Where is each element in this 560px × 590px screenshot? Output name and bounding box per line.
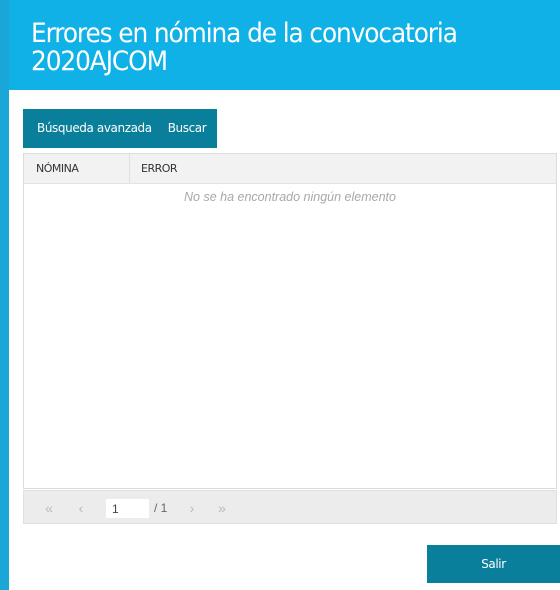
- page-title: Errores en nómina de la convocatoria 202…: [31, 20, 509, 76]
- page-title-line-1: Errores en nómina de la convocatoria: [31, 18, 458, 49]
- empty-message: No se ha encontrado ningún elemento: [184, 190, 396, 204]
- last-page-button[interactable]: »: [211, 498, 233, 518]
- next-page-button[interactable]: ›: [181, 498, 203, 518]
- search-button[interactable]: Buscar: [166, 109, 218, 148]
- column-header-error[interactable]: ERROR: [131, 154, 178, 183]
- grid-header: NÓMINA ERROR: [24, 154, 556, 184]
- results-grid: NÓMINA ERROR No se ha encontrado ningún …: [23, 153, 557, 489]
- previous-page-button[interactable]: ‹: [70, 498, 92, 518]
- pagination-bar: « ‹ / 1 › »: [23, 490, 557, 524]
- left-accent-bar: [0, 0, 9, 590]
- double-chevron-right-icon: »: [218, 500, 226, 516]
- column-header-nomina[interactable]: NÓMINA: [24, 154, 130, 183]
- page-header: Errores en nómina de la convocatoria 202…: [9, 0, 560, 90]
- toolbar: Búsqueda avanzada Buscar: [23, 109, 218, 148]
- chevron-right-icon: ›: [189, 500, 195, 516]
- double-chevron-left-icon: «: [45, 500, 53, 516]
- advanced-search-button[interactable]: Búsqueda avanzada: [23, 109, 166, 148]
- total-pages-label: / 1: [154, 501, 168, 515]
- exit-button[interactable]: Salir: [427, 545, 560, 583]
- first-page-button[interactable]: «: [38, 498, 60, 518]
- page-title-line-2: 2020AJCOM: [31, 46, 168, 77]
- chevron-left-icon: ‹: [78, 500, 84, 516]
- page-number-input[interactable]: [106, 499, 149, 518]
